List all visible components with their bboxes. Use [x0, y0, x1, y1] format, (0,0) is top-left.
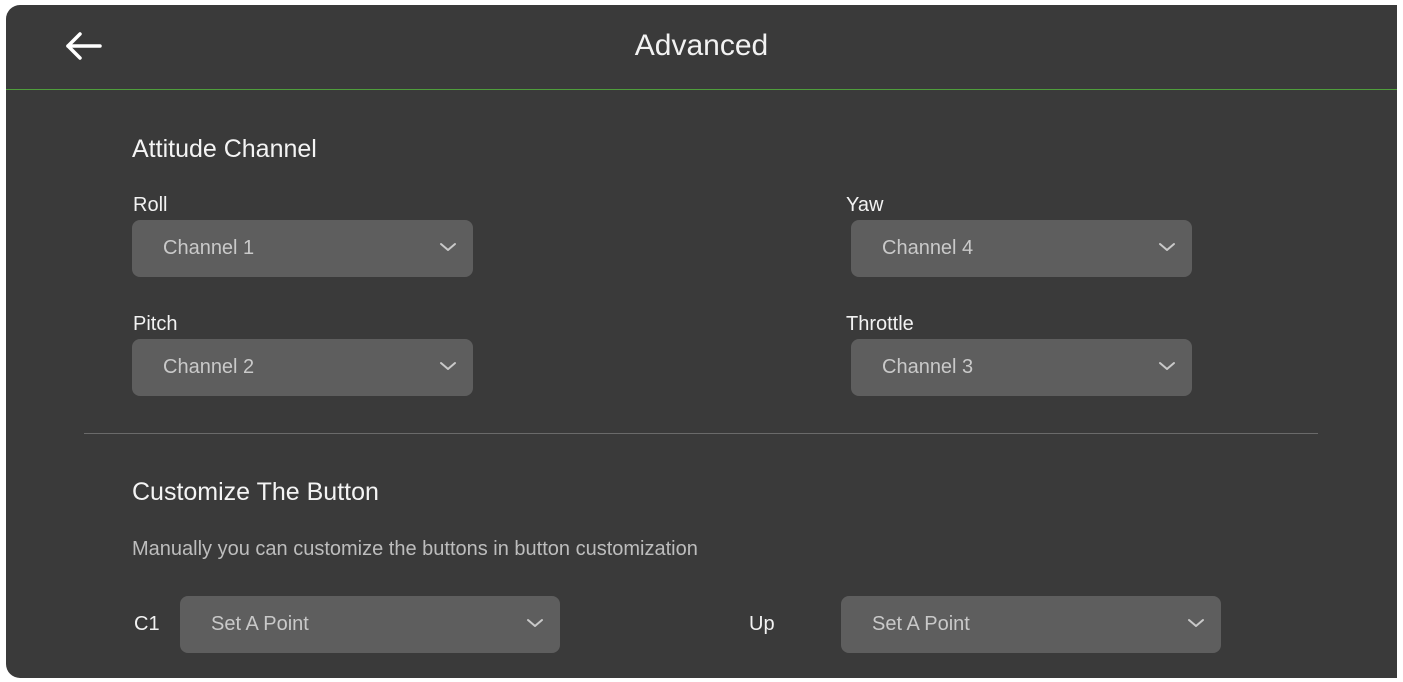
- c1-select[interactable]: Set A Point: [180, 596, 560, 653]
- roll-select-value: Channel 1: [163, 237, 255, 259]
- pitch-label: Pitch: [133, 313, 178, 335]
- page-title: Advanced: [634, 29, 769, 62]
- pitch-select[interactable]: Channel 2: [132, 339, 473, 396]
- c1-select-value: Set A Point: [211, 613, 309, 635]
- c1-label: C1: [134, 613, 160, 635]
- up-select[interactable]: Set A Point: [841, 596, 1221, 653]
- chevron-down-icon: [1159, 362, 1175, 370]
- customize-button-title: Customize The Button: [132, 478, 379, 506]
- yaw-select[interactable]: Channel 4: [851, 220, 1192, 277]
- pitch-select-value: Channel 2: [163, 356, 255, 378]
- up-label: Up: [749, 613, 775, 635]
- throttle-label: Throttle: [846, 313, 914, 335]
- chevron-down-icon: [1188, 619, 1204, 627]
- roll-label: Roll: [133, 194, 168, 216]
- up-select-value: Set A Point: [872, 613, 970, 635]
- chevron-down-icon: [440, 362, 456, 370]
- section-divider: [84, 433, 1318, 434]
- advanced-panel: Advanced Attitude Channel Roll Channel 1…: [6, 5, 1397, 678]
- customize-description: Manually you can customize the buttons i…: [132, 538, 698, 560]
- chevron-down-icon: [527, 619, 543, 627]
- yaw-select-value: Channel 4: [882, 237, 974, 259]
- yaw-label: Yaw: [846, 194, 884, 216]
- roll-select[interactable]: Channel 1: [132, 220, 473, 277]
- attitude-channel-title: Attitude Channel: [132, 135, 317, 163]
- throttle-select[interactable]: Channel 3: [851, 339, 1192, 396]
- throttle-select-value: Channel 3: [882, 356, 974, 378]
- chevron-down-icon: [1159, 243, 1175, 251]
- header-bar: Advanced: [6, 5, 1397, 90]
- chevron-down-icon: [440, 243, 456, 251]
